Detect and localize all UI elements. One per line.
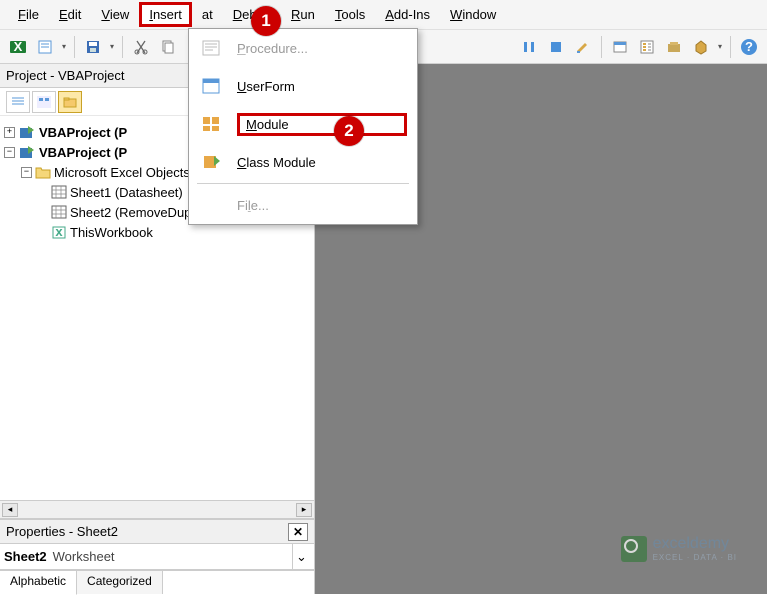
callout-badge-1: 1: [251, 6, 281, 36]
module-icon: [199, 113, 223, 135]
chevron-down-icon[interactable]: ⌄: [292, 544, 310, 569]
copy-icon[interactable]: [156, 35, 180, 59]
tree-thisworkbook[interactable]: x ThisWorkbook: [4, 222, 310, 242]
tree-label: ThisWorkbook: [70, 225, 153, 240]
toolbox-icon[interactable]: [689, 35, 713, 59]
menu-tools[interactable]: Tools: [325, 2, 375, 27]
toolbar-separator-2: [122, 36, 123, 58]
folder-open-icon: [35, 165, 51, 179]
break-icon[interactable]: [517, 35, 541, 59]
menu-run[interactable]: Run: [281, 2, 325, 27]
menu-item-userform[interactable]: UserForm: [189, 67, 417, 105]
menu-item-label: Procedure...: [237, 41, 407, 56]
toggle-folders-icon[interactable]: [58, 91, 82, 113]
properties-icon[interactable]: [635, 35, 659, 59]
insert-module-icon[interactable]: [33, 35, 57, 59]
menu-separator: [197, 183, 409, 184]
properties-pane: Properties - Sheet2 ✕ Sheet2 Worksheet ⌄…: [0, 518, 314, 594]
menu-bar: FFileile Edit View Insert at Debug Run T…: [0, 0, 767, 30]
help-icon[interactable]: ?: [737, 35, 761, 59]
workbook-icon: x: [51, 225, 67, 239]
tab-categorized[interactable]: Categorized: [77, 571, 163, 594]
tree-label: Sheet1 (Datasheet): [70, 185, 183, 200]
menu-item-label: Module: [237, 113, 407, 136]
vba-project-icon: [18, 144, 36, 160]
worksheet-icon: [51, 185, 67, 199]
properties-object-selector[interactable]: Sheet2 Worksheet ⌄: [0, 544, 314, 570]
properties-tabs: Alphabetic Categorized: [0, 570, 314, 594]
menu-item-label: UserForm: [237, 79, 407, 94]
reset-icon[interactable]: [544, 35, 568, 59]
toolbar-dropdown[interactable]: ▾: [60, 35, 68, 59]
menu-addins[interactable]: Add-Ins: [375, 2, 440, 27]
collapse-icon[interactable]: −: [4, 147, 15, 158]
watermark-brand: exceldemy: [653, 535, 737, 553]
procedure-icon: [199, 37, 223, 59]
menu-item-label: File...: [237, 198, 407, 213]
tree-label: Microsoft Excel Objects: [54, 165, 190, 180]
tree-label: VBAProject (P: [39, 125, 127, 140]
project-explorer-icon[interactable]: [608, 35, 632, 59]
watermark: exceldemy EXCEL · DATA · BI: [621, 535, 737, 562]
view-object-icon[interactable]: [32, 91, 56, 113]
menu-item-file: File...: [189, 186, 417, 224]
userform-icon: [199, 75, 223, 97]
project-pane-title: Project - VBAProject: [6, 68, 125, 83]
toolbar-separator-4: [730, 36, 731, 58]
toolbar-separator-3: [601, 36, 602, 58]
menu-item-label: Class Module: [237, 155, 407, 170]
menu-edit[interactable]: Edit: [49, 2, 91, 27]
expand-icon[interactable]: +: [4, 127, 15, 138]
tab-alphabetic[interactable]: Alphabetic: [0, 571, 77, 595]
excel-icon[interactable]: X: [6, 35, 30, 59]
tree-label: VBAProject (P: [39, 145, 127, 160]
watermark-icon: [621, 536, 647, 562]
callout-badge-2: 2: [334, 116, 364, 146]
tree-hscrollbar[interactable]: ◂ ▸: [0, 500, 314, 518]
menu-window[interactable]: Window: [440, 2, 506, 27]
toolbar-separator: [74, 36, 75, 58]
class-module-icon: [199, 151, 223, 173]
object-name: Sheet2: [4, 549, 47, 564]
menu-item-class-module[interactable]: Class Module: [189, 143, 417, 181]
menu-view[interactable]: View: [91, 2, 139, 27]
properties-header: Properties - Sheet2 ✕: [0, 520, 314, 544]
scroll-left-icon[interactable]: ◂: [2, 503, 18, 517]
toolbox-dropdown[interactable]: ▾: [716, 35, 724, 59]
collapse-icon[interactable]: −: [21, 167, 32, 178]
menu-insert-label: nsert: [153, 7, 182, 22]
menu-format[interactable]: at: [192, 2, 223, 27]
blank-icon: [199, 194, 223, 216]
menu-item-module[interactable]: Module: [189, 105, 417, 143]
design-mode-icon[interactable]: [571, 35, 595, 59]
svg-text:X: X: [14, 39, 23, 54]
menu-insert[interactable]: Insert: [139, 2, 192, 27]
svg-text:?: ?: [745, 39, 753, 54]
close-icon[interactable]: ✕: [288, 523, 308, 541]
menu-file[interactable]: FFileile: [8, 2, 49, 27]
save-dropdown[interactable]: ▾: [108, 35, 116, 59]
worksheet-icon: [51, 205, 67, 219]
menu-item-procedure: Procedure...: [189, 29, 417, 67]
save-icon[interactable]: [81, 35, 105, 59]
scroll-right-icon[interactable]: ▸: [296, 503, 312, 517]
object-browser-icon[interactable]: [662, 35, 686, 59]
vba-project-icon: [18, 124, 36, 140]
view-code-icon[interactable]: [6, 91, 30, 113]
svg-text:x: x: [55, 225, 63, 239]
object-type: Worksheet: [53, 549, 115, 564]
cut-icon[interactable]: [129, 35, 153, 59]
properties-title: Properties - Sheet2: [6, 524, 118, 539]
watermark-sub: EXCEL · DATA · BI: [653, 553, 737, 562]
insert-menu-dropdown: Procedure... UserForm Module Class Modul…: [188, 28, 418, 225]
